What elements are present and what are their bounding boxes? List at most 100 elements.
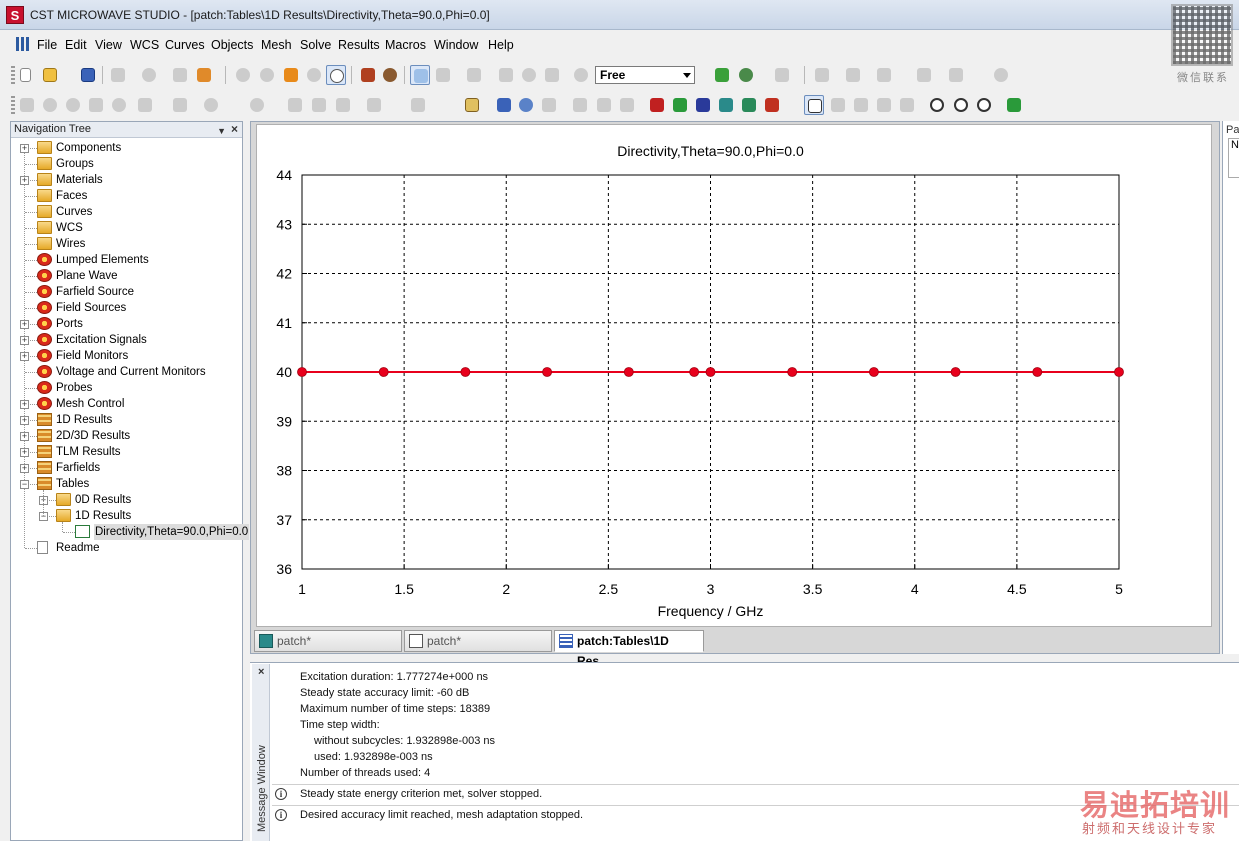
expand-icon[interactable]: + xyxy=(20,432,29,441)
tree-item[interactable]: +0D Results xyxy=(11,492,241,508)
transient-solver-button[interactable] xyxy=(647,95,667,115)
cst-app-icon[interactable]: S xyxy=(6,6,24,24)
import-button[interactable] xyxy=(194,65,214,85)
mode-icon[interactable] xyxy=(571,65,591,85)
sphere-button[interactable] xyxy=(40,95,60,115)
shape-button[interactable] xyxy=(464,65,484,85)
add-port-button[interactable] xyxy=(408,95,428,115)
probe-button[interactable] xyxy=(946,65,966,85)
tree-item[interactable]: +1D Results xyxy=(11,412,241,428)
smith-chart-button[interactable] xyxy=(951,95,971,115)
menu-view[interactable]: View xyxy=(95,38,122,52)
symmetry-button[interactable] xyxy=(570,95,590,115)
tree-item[interactable]: + Excitation Signals xyxy=(11,332,241,348)
rotate-button[interactable] xyxy=(170,95,190,115)
expand-icon[interactable]: + xyxy=(20,144,29,153)
zoom-button[interactable] xyxy=(304,65,324,85)
torus-button[interactable] xyxy=(109,95,129,115)
tree-item[interactable]: Groups xyxy=(11,156,241,172)
result-phase-button[interactable] xyxy=(874,95,894,115)
add-result-button[interactable] xyxy=(1004,95,1024,115)
parameter-list[interactable]: N xyxy=(1228,138,1239,178)
edit-curve-button[interactable] xyxy=(812,65,832,85)
mode-select[interactable]: Free xyxy=(595,66,695,84)
tab-patch-schematic[interactable]: patch* xyxy=(404,630,552,652)
mesh-view-button[interactable] xyxy=(736,65,756,85)
tree-item[interactable]: Lumped Elements xyxy=(11,252,241,268)
grid-button[interactable] xyxy=(433,65,453,85)
tree-item[interactable]: Readme xyxy=(11,540,241,556)
polar-plot-button[interactable] xyxy=(927,95,947,115)
eigenmode-solver-button[interactable] xyxy=(693,95,713,115)
menu-edit[interactable]: Edit xyxy=(65,38,87,52)
cartesian-plot-button[interactable] xyxy=(974,95,994,115)
menu-results[interactable]: Results xyxy=(338,38,380,52)
tlm-solver-button[interactable] xyxy=(762,95,782,115)
copy-button[interactable] xyxy=(772,65,792,85)
stop-button[interactable] xyxy=(991,65,1011,85)
integral-solver-button[interactable] xyxy=(716,95,736,115)
expand-icon[interactable]: + xyxy=(20,416,29,425)
export-button[interactable] xyxy=(874,65,894,85)
pan-button[interactable] xyxy=(281,65,301,85)
port-button[interactable] xyxy=(594,95,614,115)
tree-item[interactable]: Curves xyxy=(11,204,241,220)
tree-item[interactable]: + Field Monitors xyxy=(11,348,241,364)
close-icon[interactable]: × xyxy=(258,666,264,678)
blend-button[interactable] xyxy=(247,95,267,115)
frequency-button[interactable] xyxy=(494,95,514,115)
pick-points-button[interactable] xyxy=(364,95,384,115)
tree-item[interactable]: WCS xyxy=(11,220,241,236)
zoom-window-button[interactable] xyxy=(326,65,346,85)
tree-item[interactable]: Probes xyxy=(11,380,241,396)
pin-dropdown-icon[interactable]: ▼ xyxy=(217,124,226,139)
reset-view-button[interactable] xyxy=(358,65,378,85)
asymptotic-solver-button[interactable] xyxy=(739,95,759,115)
tree-item[interactable]: −1D Results xyxy=(11,508,241,524)
expand-icon[interactable]: + xyxy=(20,400,29,409)
frequency-solver-button[interactable] xyxy=(670,95,690,115)
tab-patch-3d[interactable]: patch* xyxy=(254,630,402,652)
result-mag-button[interactable] xyxy=(851,95,871,115)
tree-item[interactable]: + Farfields xyxy=(11,460,241,476)
result-re-button[interactable] xyxy=(804,95,824,115)
cylinder-button[interactable] xyxy=(63,95,83,115)
tree-item[interactable]: − Tables xyxy=(11,476,241,492)
save-button[interactable] xyxy=(78,65,98,85)
menu-objects[interactable]: Objects xyxy=(211,38,253,52)
expand-icon[interactable]: + xyxy=(20,352,29,361)
result-db-button[interactable] xyxy=(897,95,917,115)
expand-icon[interactable]: + xyxy=(20,320,29,329)
tree-item[interactable]: Plane Wave xyxy=(11,268,241,284)
align-button[interactable] xyxy=(285,95,305,115)
menu-window[interactable]: Window xyxy=(434,38,478,52)
transform-button[interactable] xyxy=(496,65,516,85)
settings-button[interactable] xyxy=(380,65,400,85)
print-button[interactable] xyxy=(108,65,128,85)
solid-button[interactable] xyxy=(712,65,732,85)
tree-item[interactable]: Farfield Source xyxy=(11,284,241,300)
brick-button[interactable] xyxy=(17,95,37,115)
macro-button[interactable] xyxy=(843,65,863,85)
tree-item[interactable]: Wires xyxy=(11,236,241,252)
rotate-view-button[interactable] xyxy=(233,65,253,85)
tree-item[interactable]: + Materials xyxy=(11,172,241,188)
extrude-button[interactable] xyxy=(135,95,155,115)
open-file-button[interactable] xyxy=(40,65,60,85)
mirror-button[interactable] xyxy=(309,95,329,115)
close-icon[interactable]: × xyxy=(231,122,238,137)
units-button[interactable] xyxy=(462,95,482,115)
tree-item[interactable]: + Ports xyxy=(11,316,241,332)
delete-button[interactable] xyxy=(914,65,934,85)
pick-button[interactable] xyxy=(410,65,430,85)
new-file-button[interactable] xyxy=(17,65,37,85)
menu-mesh[interactable]: Mesh xyxy=(261,38,292,52)
menu-macros[interactable]: Macros xyxy=(385,38,426,52)
expand-icon[interactable]: + xyxy=(20,464,29,473)
tree-item[interactable]: +2D/3D Results xyxy=(11,428,241,444)
cone-button[interactable] xyxy=(86,95,106,115)
boolean-button[interactable] xyxy=(519,65,539,85)
tree-item[interactable]: + TLM Results xyxy=(11,444,241,460)
tree-item[interactable]: Faces xyxy=(11,188,241,204)
undo-button[interactable] xyxy=(139,65,159,85)
